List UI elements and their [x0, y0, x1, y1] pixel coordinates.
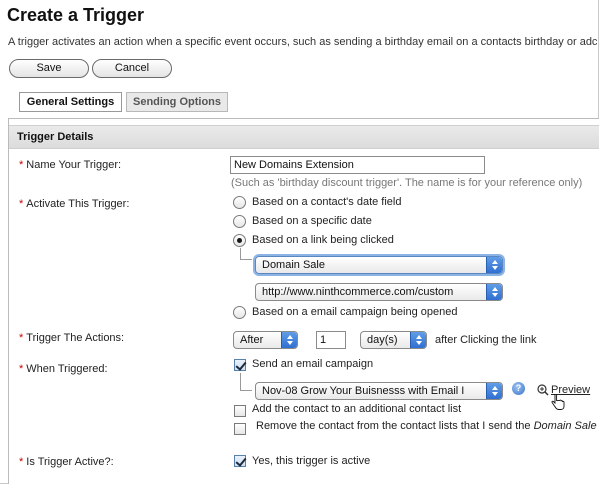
- add-contact-checkbox[interactable]: [234, 405, 246, 417]
- email-campaign-select[interactable]: Nov-08 Grow Your Buisnesss with Email I: [255, 382, 503, 400]
- page-title: Create a Trigger: [7, 5, 145, 25]
- section-title: Trigger Details: [9, 125, 599, 149]
- link-url-select[interactable]: http://www.ninthcommerce.com/custom: [255, 283, 503, 301]
- remove-contact-label: Remove the contact from the contact list…: [256, 420, 597, 432]
- name-hint: (Such as 'birthday discount trigger'. Th…: [231, 177, 583, 189]
- radio-campaign-opened[interactable]: [233, 306, 246, 319]
- link-campaign-value: Domain Sale: [262, 259, 325, 271]
- option-specific-date: Based on a specific date: [252, 215, 372, 227]
- zoom-in-icon[interactable]: [537, 384, 549, 396]
- option-contact-date-field: Based on a contact's date field: [252, 196, 402, 208]
- save-button[interactable]: Save: [9, 59, 89, 78]
- radio-specific-date[interactable]: [233, 215, 246, 228]
- tab-sending-options[interactable]: Sending Options: [126, 92, 228, 112]
- required-marker: *: [19, 363, 24, 375]
- link-campaign-select[interactable]: Domain Sale: [255, 256, 503, 274]
- radio-contact-date-field[interactable]: [233, 196, 246, 209]
- send-email-label: Send an email campaign: [252, 358, 374, 370]
- unit-select[interactable]: day(s): [360, 331, 427, 349]
- required-marker: *: [19, 198, 24, 210]
- tree-connector: [240, 248, 252, 260]
- active-label-text: Is Trigger Active?:: [26, 456, 114, 468]
- select-arrows-icon: [486, 284, 502, 300]
- unit-value: day(s): [367, 334, 398, 346]
- actions-label-text: Trigger The Actions:: [26, 332, 125, 344]
- name-label-text: Name Your Trigger:: [26, 159, 122, 171]
- send-email-checkbox[interactable]: [234, 359, 246, 371]
- active-field-label: * Is Trigger Active?:: [19, 456, 114, 468]
- select-arrows-icon: [281, 332, 297, 348]
- tab-general-settings[interactable]: General Settings: [19, 92, 122, 112]
- when-triggered-label: * When Triggered:: [19, 363, 108, 375]
- timing-select[interactable]: After: [233, 331, 298, 349]
- hand-cursor-icon: [551, 394, 565, 410]
- email-campaign-value: Nov-08 Grow Your Buisnesss with Email I: [262, 385, 465, 397]
- actions-suffix: after Clicking the link: [435, 334, 537, 346]
- timing-value: After: [240, 334, 264, 346]
- required-marker: *: [19, 332, 24, 344]
- required-marker: *: [19, 456, 24, 468]
- name-field-label: * Name Your Trigger:: [19, 159, 121, 171]
- active-checkbox-label: Yes, this trigger is active: [252, 455, 371, 467]
- option-link-clicked: Based on a link being clicked: [252, 234, 394, 246]
- radio-link-clicked[interactable]: [233, 234, 246, 247]
- quantity-input[interactable]: [316, 331, 346, 349]
- remove-contact-checkbox[interactable]: [234, 423, 246, 435]
- actions-field-label: * Trigger The Actions:: [19, 332, 124, 344]
- remove-contact-text: Remove the contact from the contact list…: [256, 420, 531, 432]
- activate-label-text: Activate This Trigger:: [26, 198, 130, 210]
- help-icon[interactable]: ?: [512, 382, 525, 395]
- tree-connector: [240, 373, 252, 391]
- activate-field-label: * Activate This Trigger:: [19, 198, 129, 210]
- add-contact-label: Add the contact to an additional contact…: [252, 403, 462, 415]
- option-campaign-opened: Based on a email campaign being opened: [252, 306, 458, 318]
- cancel-button[interactable]: Cancel: [92, 59, 172, 78]
- select-arrows-icon: [486, 257, 502, 273]
- active-checkbox[interactable]: [234, 455, 246, 467]
- required-marker: *: [19, 159, 24, 171]
- trigger-name-input[interactable]: [230, 156, 485, 174]
- remove-contact-campaign: Domain Sale: [533, 420, 597, 432]
- select-arrows-icon: [410, 332, 426, 348]
- link-url-value: http://www.ninthcommerce.com/custom: [262, 286, 454, 298]
- select-arrows-icon: [486, 383, 502, 399]
- when-triggered-label-text: When Triggered:: [26, 363, 108, 375]
- intro-text: A trigger activates an action when a spe…: [8, 36, 598, 48]
